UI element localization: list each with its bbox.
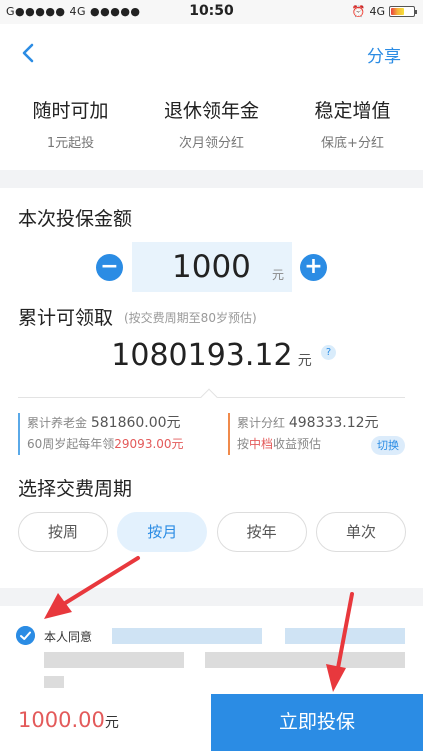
feature-subtitle: 保底+分红 — [321, 136, 384, 151]
blurred-link — [285, 628, 405, 644]
feature-title: 稳定增值 — [314, 100, 391, 122]
amount-stepper: − 1000 元 + — [0, 242, 423, 292]
yearly-prefix: 60周岁起每年领 — [27, 437, 115, 451]
battery-icon — [389, 6, 417, 17]
total-title: 累计可领取 — [18, 307, 114, 329]
estimate-prefix: 按 — [237, 437, 250, 451]
alarm-icon: ⏰ — [351, 5, 366, 18]
share-button[interactable]: 分享 — [367, 42, 401, 67]
divider-notch — [200, 388, 218, 406]
feature-item: 稳定增值 保底+分红 — [282, 82, 423, 170]
nav-bar: 分享 — [0, 24, 423, 82]
help-icon[interactable]: ? — [321, 345, 336, 360]
invest-now-button[interactable]: 立即投保 — [211, 694, 423, 751]
blurred-text — [44, 676, 64, 688]
blurred-text — [44, 652, 184, 668]
status-bar: G●●●●● 4G ●●●●● 10:50 ⏰ 4G — [0, 0, 423, 24]
total-note: (按交费周期至80岁预估) — [124, 311, 257, 325]
total-value: 1080193.12 元 — [0, 338, 423, 373]
estimate-suffix: 收益预估 — [273, 437, 322, 451]
feature-item: 退休领年金 次月领分红 — [141, 82, 282, 170]
dividend-value: 498333.12元 — [288, 415, 379, 431]
blurred-text — [205, 652, 405, 668]
amount-title: 本次投保金额 — [18, 208, 133, 230]
battery-fill — [391, 8, 405, 15]
pension-stat: 累计养老金 581860.00元 60周岁起每年领29093.00元 — [18, 413, 184, 455]
total-number: 1080193.12 — [111, 338, 293, 373]
switch-button[interactable]: 切换 — [371, 436, 405, 455]
amount-input[interactable]: 1000 元 — [132, 242, 292, 292]
status-right: ⏰ 4G — [351, 5, 417, 18]
amount-unit: 元 — [271, 268, 284, 282]
period-yearly-button[interactable]: 按年 — [216, 512, 307, 552]
price-unit: 元 — [104, 715, 119, 731]
amount-value: 1000 — [172, 249, 251, 285]
pension-label: 累计养老金 — [27, 416, 88, 430]
feature-title: 随时可加 — [32, 100, 109, 122]
period-options: 按周 按月 按年 单次 — [18, 512, 406, 552]
period-title: 选择交费周期 — [18, 478, 133, 500]
agreement-section: 本人同意 — [0, 606, 423, 694]
increase-button[interactable]: + — [300, 254, 327, 281]
investment-card: 本次投保金额 − 1000 元 + 累计可领取 (按交费周期至80岁预估) 10… — [0, 188, 423, 588]
estimate-tier: 中档 — [249, 437, 274, 451]
checkbox-checked-icon[interactable] — [16, 626, 35, 645]
period-single-button[interactable]: 单次 — [315, 512, 406, 552]
feature-subtitle: 次月领分红 — [178, 136, 244, 151]
dividend-label: 累计分红 — [237, 416, 286, 430]
yearly-value: 29093.00元 — [114, 437, 184, 451]
period-weekly-button[interactable]: 按周 — [18, 512, 108, 552]
bottom-bar: 1000.00元 立即投保 — [0, 694, 423, 751]
feature-subtitle: 1元起投 — [46, 136, 95, 151]
period-monthly-button[interactable]: 按月 — [117, 512, 208, 552]
dividend-stat: 累计分红 498333.12元 按中档收益预估 — [228, 413, 379, 455]
network-label: 4G — [369, 5, 385, 18]
chevron-left-icon[interactable] — [14, 38, 44, 68]
feature-strip: 随时可加 1元起投 退休领年金 次月领分红 稳定增值 保底+分红 — [0, 82, 423, 170]
blurred-link — [112, 628, 262, 644]
total-unit: 元 — [297, 353, 312, 369]
feature-title: 退休领年金 — [163, 100, 259, 122]
total-price: 1000.00元 — [18, 708, 119, 732]
feature-item: 随时可加 1元起投 — [0, 82, 141, 170]
pension-value: 581860.00元 — [90, 415, 181, 431]
agreement-text: 本人同意 — [44, 630, 93, 644]
decrease-button[interactable]: − — [96, 254, 123, 281]
price-value: 1000.00 — [18, 708, 105, 732]
